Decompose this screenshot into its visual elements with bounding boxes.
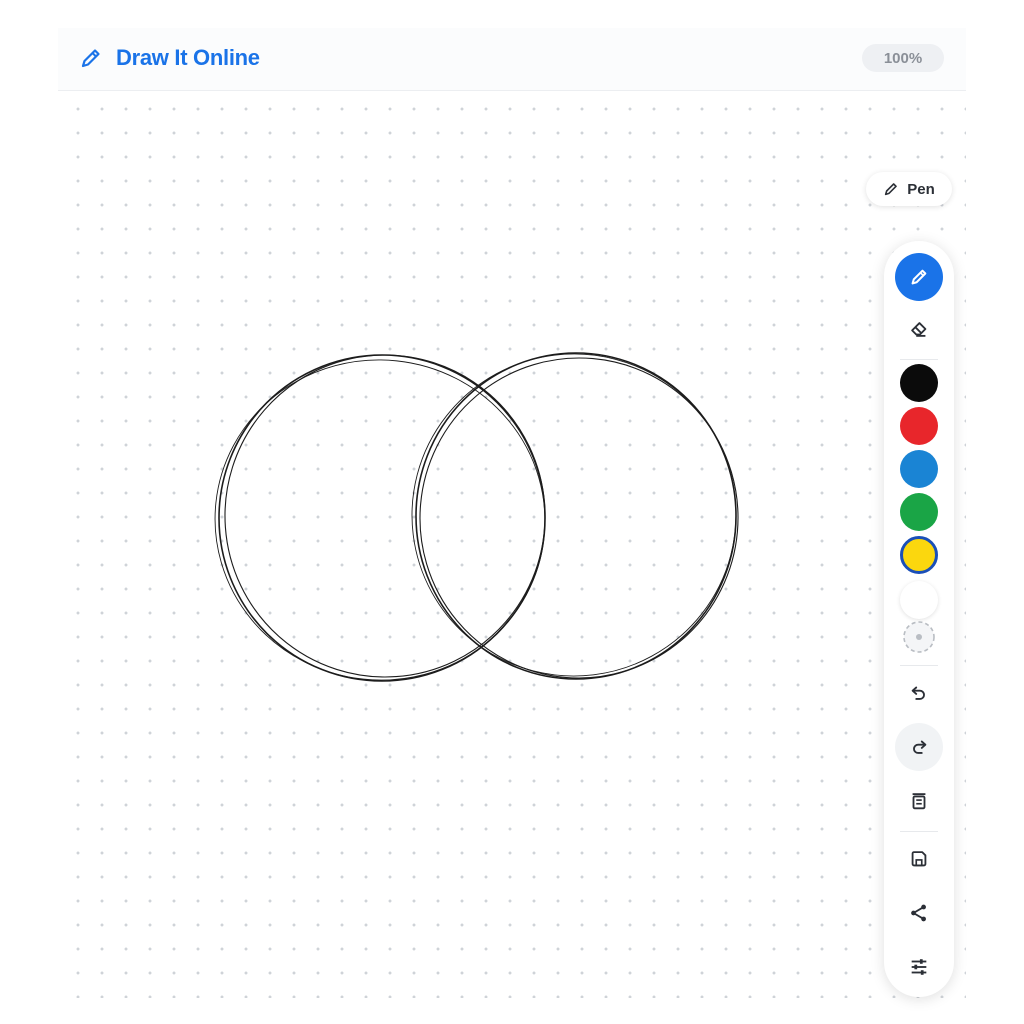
side-toolbar (884, 241, 954, 997)
current-tool-chip[interactable]: Pen (866, 172, 952, 206)
pen-tool-button[interactable] (895, 253, 943, 301)
save-icon (911, 851, 927, 867)
share-button[interactable] (895, 889, 943, 937)
right-circle-stroke-2 (419, 357, 739, 679)
undo-button[interactable] (895, 669, 943, 717)
pencil-icon (78, 45, 104, 71)
clear-canvas-button[interactable] (895, 777, 943, 825)
header-bar: Draw It Online 100% (58, 28, 966, 91)
brush-size-button[interactable] (895, 613, 943, 661)
pen-icon (911, 269, 927, 285)
share-icon (911, 904, 926, 922)
toolbar-divider (900, 831, 938, 832)
undo-icon (911, 686, 925, 700)
color-swatch-black[interactable] (900, 364, 938, 402)
redo-button[interactable] (895, 723, 943, 771)
settings-icon (911, 959, 927, 975)
zoom-level[interactable]: 100% (862, 44, 944, 72)
eraser-tool-button[interactable] (895, 305, 943, 353)
app-title: Draw It Online (116, 45, 260, 70)
brush-size-icon (903, 621, 935, 653)
eraser-icon (911, 322, 927, 337)
color-swatch-yellow[interactable] (900, 536, 938, 574)
toolbar-divider (900, 665, 938, 666)
color-swatch-red[interactable] (900, 407, 938, 445)
drawing-canvas[interactable]: Pen (58, 91, 966, 998)
sketch-layer (214, 352, 739, 682)
brand: Draw It Online (78, 42, 260, 74)
color-swatch-green[interactable] (900, 493, 938, 531)
toolbar-divider (900, 359, 938, 360)
left-circle-stroke-2 (224, 354, 546, 678)
clear-icon (912, 793, 926, 810)
current-tool-label: Pen (907, 180, 935, 198)
redo-icon (913, 740, 927, 754)
save-button[interactable] (895, 835, 943, 883)
color-swatch-blue[interactable] (900, 450, 938, 488)
app-window: Draw It Online 100% Pen (58, 28, 966, 998)
left-circle-stroke-3 (214, 359, 546, 681)
settings-button[interactable] (895, 943, 943, 991)
pen-icon (885, 183, 898, 196)
right-circle-stroke-3 (411, 353, 737, 677)
